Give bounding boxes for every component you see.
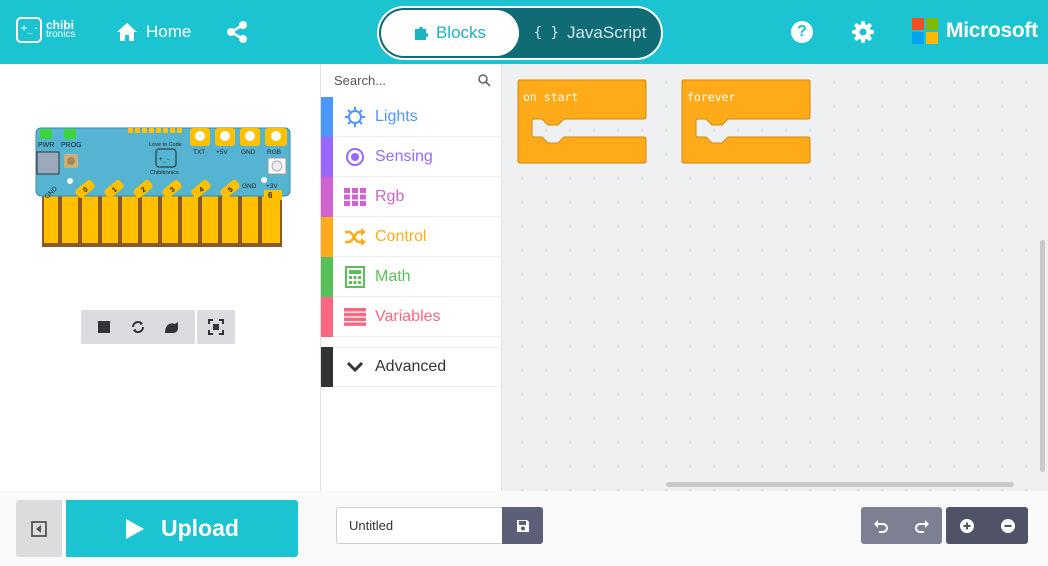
txt-label: TXT <box>193 149 205 156</box>
undo-redo-group <box>861 507 942 544</box>
microsoft-logo[interactable]: Microsoft <box>912 18 1038 44</box>
on-start-label: on start <box>523 90 579 104</box>
play-icon <box>126 518 145 539</box>
stop-button[interactable] <box>92 315 116 339</box>
help-icon: ? <box>797 23 807 40</box>
fullscreen-icon <box>208 319 224 335</box>
horizontal-scrollbar[interactable] <box>666 482 1014 487</box>
share-button[interactable] <box>224 19 250 45</box>
control-icon <box>343 225 367 249</box>
blocks-tab-label: Blocks <box>435 23 487 42</box>
pwr-label: PWR <box>38 142 54 149</box>
logo-face-icon: +_- <box>16 17 42 43</box>
zoom-in-button[interactable] <box>952 511 982 541</box>
category-sensing[interactable]: Sensing <box>321 136 501 177</box>
home-label: Home <box>146 22 192 41</box>
search-input[interactable] <box>321 64 501 97</box>
braces-icon: { } <box>533 25 559 41</box>
zoom-out-button[interactable] <box>993 511 1023 541</box>
category-lights[interactable]: Lights <box>321 96 501 137</box>
rgb-label: RGB <box>267 149 281 156</box>
simulator-toolbar <box>81 310 195 344</box>
category-label-sensing: Sensing <box>375 147 433 165</box>
fullscreen-button[interactable] <box>197 310 235 344</box>
vertical-scrollbar[interactable] <box>1040 240 1045 472</box>
category-label-variables: Variables <box>375 307 441 325</box>
category-math[interactable]: Math <box>321 256 501 297</box>
upload-label: Upload <box>161 515 239 541</box>
collapse-icon <box>31 520 47 537</box>
lights-icon <box>343 105 367 129</box>
undo-icon <box>874 519 889 533</box>
chevron-down-icon <box>343 355 367 379</box>
forever-label: forever <box>687 90 736 104</box>
category-control[interactable]: Control <box>321 216 501 257</box>
plus5v-label: +5V <box>216 149 228 156</box>
save-button[interactable] <box>502 507 543 544</box>
category-variables[interactable]: Variables <box>321 296 501 337</box>
save-icon <box>516 519 529 532</box>
rgb-icon <box>343 185 367 209</box>
settings-button[interactable] <box>851 20 875 44</box>
category-label-advanced: Advanced <box>375 358 447 375</box>
slow-motion-button[interactable] <box>160 315 184 339</box>
gnd-right-label: GND <box>242 183 257 190</box>
gnd-top-label: GND <box>241 149 256 156</box>
chibitronics-label: Chibitronics <box>150 170 179 176</box>
redo-icon <box>914 519 929 533</box>
chibitronics-logo[interactable]: +_- chibi tronics <box>16 17 75 43</box>
chibi-chip-board[interactable]: PWR PROG Love to Code +_- Chibitronics T… <box>34 126 292 252</box>
sensing-icon <box>343 145 367 169</box>
svg-text:+_-: +_- <box>159 156 170 163</box>
simulator-panel: PWR PROG Love to Code +_- Chibitronics T… <box>0 64 320 491</box>
zoom-in-icon <box>959 518 974 533</box>
home-button[interactable]: Home <box>116 18 191 46</box>
editor-toggle: Blocks { } JavaScript <box>377 6 663 60</box>
category-label-rgb: Rgb <box>375 187 405 205</box>
puzzle-icon <box>414 26 428 40</box>
help-button[interactable]: ? <box>791 21 813 43</box>
redo-button[interactable] <box>907 511 937 541</box>
blocks-tab[interactable]: Blocks <box>381 10 519 56</box>
logo-text-bottom: tronics <box>46 29 76 40</box>
javascript-tab-label: JavaScript <box>566 23 647 42</box>
stop-icon <box>98 321 110 333</box>
category-label-lights: Lights <box>375 107 418 125</box>
share-icon <box>227 21 247 43</box>
zoom-out-icon <box>1000 518 1015 533</box>
collapse-simulator-button[interactable] <box>16 500 62 557</box>
love-to-code-label: Love to Code <box>149 142 182 148</box>
zoom-group <box>946 507 1028 544</box>
header-bar: +_- chibi tronics Home Blocks { } JavaSc… <box>0 0 1048 64</box>
slow-motion-icon <box>165 322 178 333</box>
gear-icon <box>852 21 874 43</box>
forever-block[interactable]: forever <box>680 79 812 170</box>
on-start-block[interactable]: on start <box>516 79 648 170</box>
microsoft-squares-icon <box>912 18 938 44</box>
prog-label: PROG <box>61 142 82 149</box>
restart-icon <box>132 321 144 333</box>
undo-button[interactable] <box>866 511 896 541</box>
variables-icon <box>343 305 367 329</box>
project-name-input[interactable] <box>336 507 502 544</box>
category-advanced[interactable]: Advanced <box>321 347 501 387</box>
math-icon <box>343 265 367 289</box>
category-label-math: Math <box>375 267 411 285</box>
home-icon <box>117 23 137 41</box>
restart-button[interactable] <box>126 315 150 339</box>
plus3v-label: +3V <box>266 183 278 190</box>
editor-footer: Upload <box>0 491 1048 566</box>
javascript-tab[interactable]: { } JavaScript <box>523 10 657 56</box>
category-rgb[interactable]: Rgb <box>321 176 501 217</box>
category-label-control: Control <box>375 227 427 245</box>
microsoft-label: Microsoft <box>946 19 1038 42</box>
toolbox-search <box>321 64 501 97</box>
pin-6-label: 6 <box>268 191 273 200</box>
upload-button[interactable]: Upload <box>66 500 298 557</box>
toolbox: Lights Sensing Rgb Control Math Var <box>320 64 502 491</box>
search-icon[interactable] <box>478 74 491 87</box>
blocks-workspace[interactable]: on start forever <box>502 64 1048 491</box>
